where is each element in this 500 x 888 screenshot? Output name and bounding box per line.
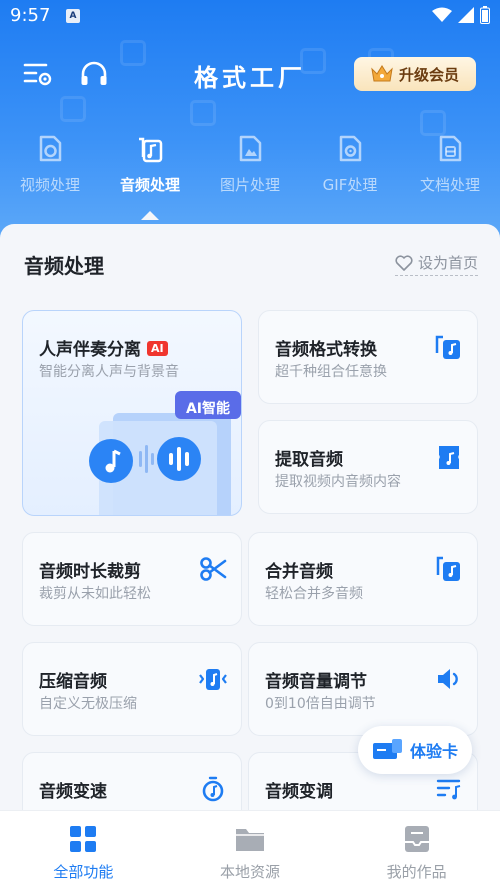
compress-audio-icon (199, 669, 227, 690)
trial-card-label: 体验卡 (409, 742, 458, 761)
trial-card-button[interactable]: 体验卡 (358, 726, 472, 774)
document-icon (439, 135, 462, 162)
tab-video-label: 视频处理 (19, 176, 80, 194)
merge-audio-subtitle: 轻松合并多音频 (265, 586, 363, 602)
compress-audio-title: 压缩音频 (39, 672, 107, 692)
crown-icon (371, 65, 393, 82)
nav-my-works[interactable]: 我的作品 (333, 811, 500, 888)
tab-video[interactable]: 视频处理 (0, 130, 100, 220)
audio-format-convert-subtitle: 超千种组合任意换 (275, 364, 387, 380)
scissors-icon (200, 557, 227, 581)
battery-icon (480, 6, 490, 24)
audio-volume-title: 音频音量调节 (265, 672, 367, 692)
merge-audio-card[interactable]: 合并音频 轻松合并多音频 (248, 532, 478, 626)
extract-audio-card[interactable]: 提取音频 提取视频内音频内容 (258, 420, 478, 514)
category-tabs: 视频处理 音频处理 图片处理 GIF处理 文档处理 (0, 130, 500, 220)
upgrade-vip-button[interactable]: 升级会员 (354, 57, 476, 91)
audio-format-convert-card[interactable]: 音频格式转换 超千种组合任意换 (258, 310, 478, 404)
tab-audio[interactable]: 音频处理 (100, 130, 200, 220)
nav-local-resources-label: 本地资源 (220, 863, 281, 881)
tab-image[interactable]: 图片处理 (200, 130, 300, 220)
tab-image-label: 图片处理 (219, 176, 280, 194)
panel-title: 音频处理 (24, 254, 104, 278)
folder-icon (236, 829, 264, 851)
volume-icon (438, 669, 458, 689)
pitch-icon (436, 779, 461, 800)
vocal-separation-title: 人声伴奏分离 AI (39, 335, 168, 360)
audio-speed-title: 音频变速 (39, 782, 107, 802)
audio-pitch-title: 音频变调 (265, 782, 333, 802)
extract-audio-icon (439, 446, 459, 469)
merge-audio-title: 合并音频 (265, 562, 333, 582)
nav-my-works-label: 我的作品 (386, 863, 447, 881)
merge-audio-icon (436, 556, 460, 581)
compress-audio-subtitle: 自定义无极压缩 (39, 696, 137, 712)
audio-format-convert-title: 音频格式转换 (275, 340, 377, 360)
signal-icon (458, 7, 474, 23)
tab-document[interactable]: 文档处理 (400, 130, 500, 220)
status-bar: 9:57 A (0, 0, 500, 32)
ticket-icon (372, 739, 402, 759)
audio-file-icon (139, 137, 163, 163)
vocal-separation-title-text: 人声伴奏分离 (39, 340, 141, 360)
audio-volume-card[interactable]: 音频音量调节 0到10倍自由调节 (248, 642, 478, 736)
audio-volume-subtitle: 0到10倍自由调节 (265, 696, 376, 712)
nav-all-features-label: 全部功能 (53, 863, 114, 881)
gif-icon (339, 135, 362, 162)
nav-local-resources[interactable]: 本地资源 (167, 811, 334, 888)
grid-icon (70, 826, 97, 852)
video-icon (39, 135, 62, 162)
status-time: 9:57 (10, 5, 51, 26)
set-homepage-label: 设为首页 (417, 254, 478, 272)
bottom-navigation: 全部功能 本地资源 我的作品 (0, 810, 500, 888)
ai-badge: AI (147, 341, 168, 356)
audio-convert-icon (435, 335, 460, 359)
audio-trim-subtitle: 裁剪从未如此轻松 (39, 586, 151, 602)
audio-trim-card[interactable]: 音频时长裁剪 裁剪从未如此轻松 (22, 532, 242, 626)
tab-document-label: 文档处理 (419, 176, 480, 194)
extract-audio-subtitle: 提取视频内音频内容 (275, 474, 401, 490)
works-icon (404, 826, 429, 852)
wifi-icon (432, 7, 452, 22)
image-icon (239, 135, 262, 162)
nav-all-features[interactable]: 全部功能 (0, 811, 167, 888)
speed-icon (202, 776, 224, 802)
active-tab-indicator (141, 211, 159, 220)
top-bar: 格式工厂 升级会员 (0, 52, 500, 96)
set-homepage-button[interactable]: 设为首页 (394, 252, 478, 276)
compress-audio-card[interactable]: 压缩音频 自定义无极压缩 (22, 642, 242, 736)
upgrade-vip-label: 升级会员 (398, 65, 459, 84)
tab-gif[interactable]: GIF处理 (300, 130, 400, 220)
audio-trim-title: 音频时长裁剪 (39, 562, 141, 582)
extract-audio-title: 提取音频 (275, 450, 343, 470)
vocal-separation-card[interactable]: 人声伴奏分离 AI 智能分离人声与背景音 AI智能 (22, 310, 242, 516)
status-app-icon: A (66, 9, 80, 23)
heart-icon (395, 254, 413, 271)
vocal-separation-subtitle: 智能分离人声与背景音 (39, 364, 179, 380)
tab-gif-label: GIF处理 (322, 176, 378, 194)
ai-smart-tag: AI智能 (185, 401, 231, 417)
tab-audio-label: 音频处理 (119, 176, 180, 194)
